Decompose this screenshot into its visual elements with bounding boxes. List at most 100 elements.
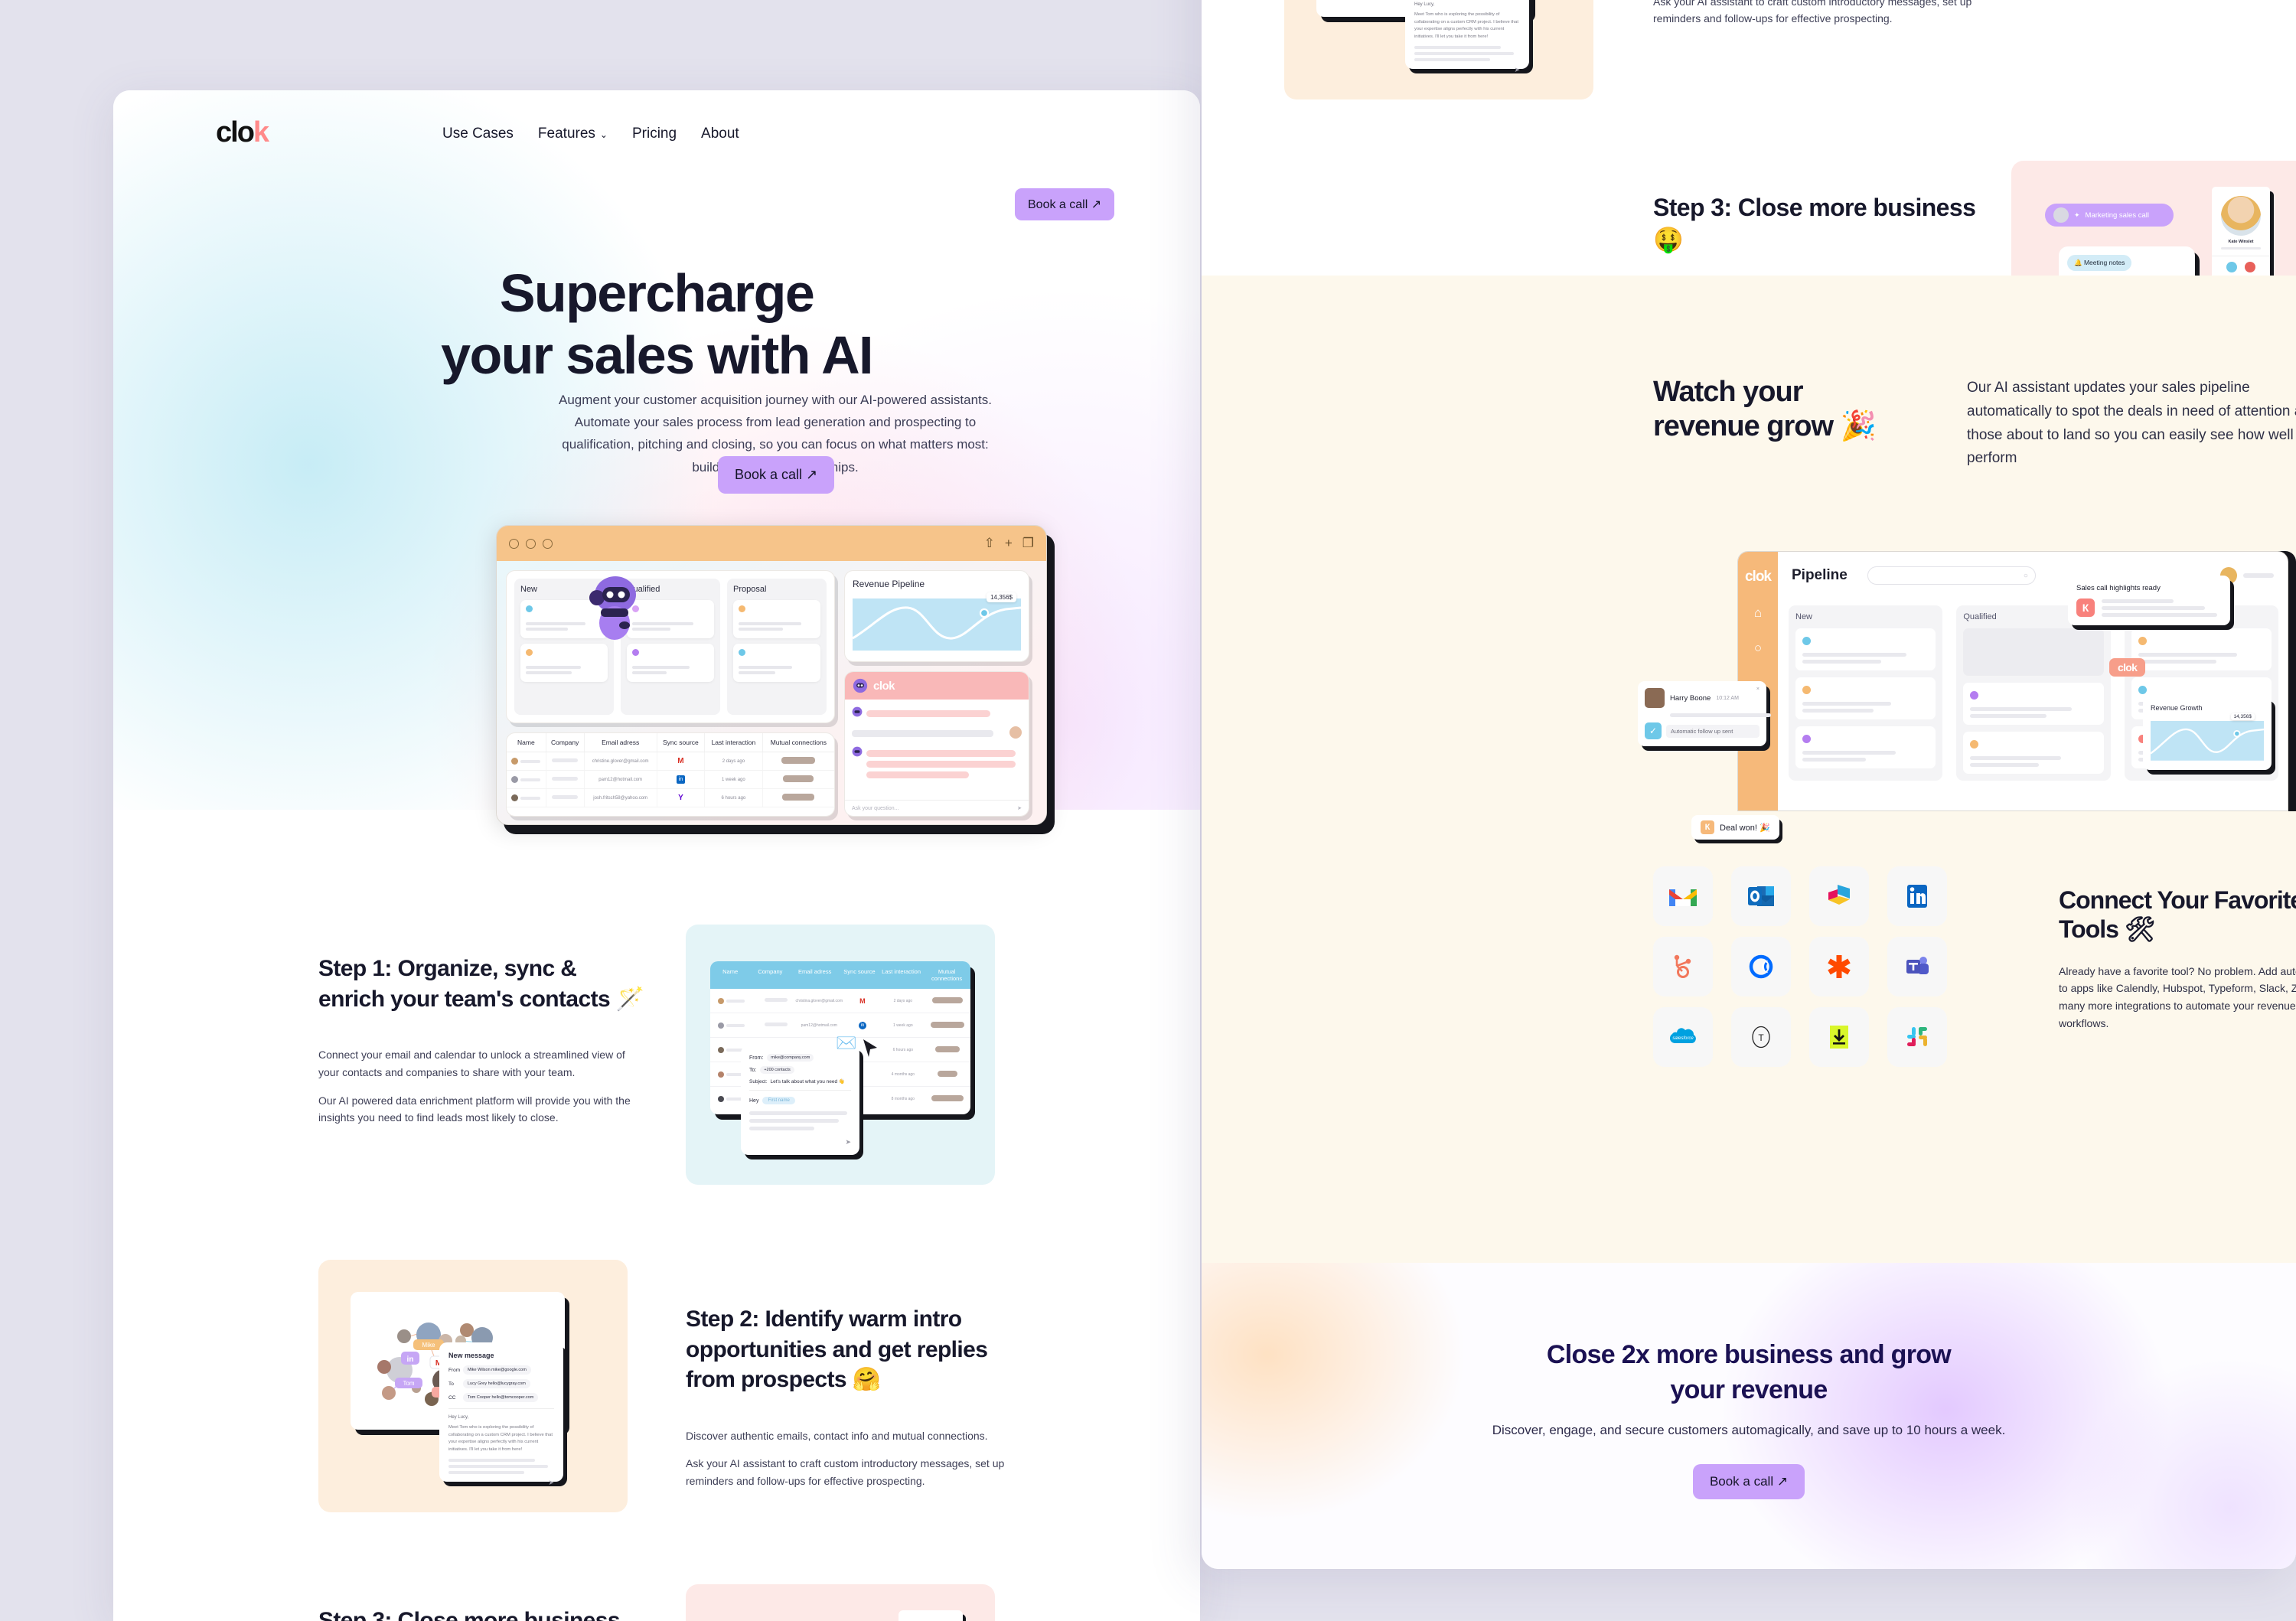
- pipeline-card[interactable]: [1795, 628, 1936, 670]
- tool-slack[interactable]: [1887, 1007, 1947, 1067]
- nav-link-about[interactable]: About: [701, 126, 739, 142]
- meeting-notes-badge-right: 🔔 Meeting notes: [2067, 255, 2132, 271]
- end-call-icon[interactable]: [2245, 262, 2255, 272]
- tool-gmail[interactable]: [1653, 866, 1713, 926]
- pipeline-card[interactable]: [1963, 683, 2104, 725]
- yahoo-icon: Y: [678, 794, 683, 802]
- cell-sync-source: M: [657, 752, 706, 771]
- pipeline-card[interactable]: [1795, 677, 1936, 719]
- mockup-window-titlebar: ⇧ + ❐: [497, 526, 1046, 561]
- send-icon[interactable]: ➤: [749, 1138, 851, 1146]
- message-from-value: Mike Wilson mike@google.com: [463, 1365, 531, 1375]
- cell-last: 8 months ago: [891, 1097, 915, 1101]
- hero-book-a-call-button[interactable]: Book a call ↗: [718, 456, 835, 494]
- tool-linkedin[interactable]: [1887, 866, 1947, 926]
- revenue-growth-card: Revenue Growth 14,356$: [2143, 696, 2272, 770]
- nav-links: Use Cases Features ⌄ Pricing About: [442, 126, 739, 142]
- chevron-down-icon: ⌄: [599, 129, 608, 140]
- pipeline-card[interactable]: [2131, 628, 2272, 670]
- tool-download[interactable]: [1809, 1007, 1869, 1067]
- outlook-icon: [1748, 886, 1774, 906]
- linkedin-icon: in: [676, 775, 685, 784]
- cell-email: pam12@hotmail.com: [801, 1023, 837, 1028]
- gmail-icon: M: [677, 757, 684, 765]
- nav-link-features-label: Features: [537, 126, 595, 142]
- answer-call-icon[interactable]: [2226, 262, 2237, 272]
- table-row: pam12@hotmail.com in 1 week ago: [507, 770, 834, 789]
- send-icon[interactable]: ➤: [1414, 66, 1520, 74]
- contact-avatar: [1645, 688, 1665, 708]
- robot-avatar-icon: [852, 746, 863, 757]
- pipeline-card[interactable]: [1795, 726, 1936, 768]
- send-icon[interactable]: ➤: [1017, 805, 1022, 811]
- cell-mutual: [762, 752, 834, 771]
- close-icon[interactable]: ×: [1756, 687, 1760, 692]
- cell-company: [546, 752, 585, 771]
- nav-book-a-call-button[interactable]: Book a call ↗: [1015, 188, 1115, 220]
- message-body-right: Meet Tom who is exploring the possibilit…: [1414, 12, 1518, 39]
- column-header-company: Company: [546, 733, 585, 752]
- nav-link-use-cases[interactable]: Use Cases: [442, 126, 514, 142]
- tools-heading-line1: Connect Your Favorite: [2059, 886, 2296, 914]
- window-minimize-icon: [526, 538, 536, 549]
- cell-email: josh.fritsch58@yahoo.com: [584, 788, 657, 807]
- tools-heading-line2: Tools 🛠: [2059, 915, 2155, 943]
- search-input[interactable]: ○: [1867, 566, 2036, 585]
- revenue-growth-title: Revenue Growth: [2151, 704, 2203, 712]
- typeform-icon: T: [1752, 1026, 1770, 1049]
- step-2-paragraph-2-right: Ask your AI assistant to craft custom in…: [1653, 0, 1972, 25]
- brand-logo[interactable]: clok: [216, 118, 269, 147]
- message-to-label: To: [448, 1381, 454, 1387]
- tool-powerbi[interactable]: [1809, 866, 1869, 926]
- cell-mutual: [762, 770, 834, 789]
- contacts-icon[interactable]: ○: [1754, 641, 1762, 656]
- linkedin-icon: [1907, 885, 1927, 908]
- table-header-row: Name Company Email adress Sync source La…: [507, 733, 834, 752]
- ai-chat-input[interactable]: Ask your question...: [852, 806, 899, 811]
- salesforce-icon: salesforce: [1669, 1028, 1696, 1043]
- compose-from-value: mike@company.com: [767, 1054, 814, 1062]
- cell-last-interaction: 6 hours ago: [704, 788, 763, 807]
- revenue-heading-block: Watch your revenue grow 🎉: [1653, 375, 1929, 444]
- video-call-card-left: Kate Winslet: [899, 1610, 963, 1621]
- final-cta-heading-line1: Close 2x more business and grow: [1546, 1340, 1952, 1369]
- revenue-heading-line1: Watch your: [1653, 376, 1804, 408]
- cell-last: 6 hours ago: [892, 1047, 914, 1052]
- home-icon[interactable]: ⌂: [1754, 605, 1762, 621]
- kanban-card: [627, 644, 714, 682]
- nav-link-pricing[interactable]: Pricing: [632, 126, 677, 142]
- tool-microsoft-teams[interactable]: [1887, 937, 1947, 996]
- final-cta-subtitle: Discover, engage, and secure customers a…: [1492, 1423, 2006, 1438]
- tool-typeform[interactable]: T: [1731, 1007, 1791, 1067]
- step-2-heading: Step 2: Identify warm intro opportunitie…: [686, 1306, 988, 1393]
- cell-last: 4 months ago: [891, 1071, 915, 1077]
- tool-calendly[interactable]: [1731, 937, 1791, 996]
- compose-subject-label: Subject:: [749, 1078, 768, 1084]
- ai-chat-messages: [845, 700, 1029, 800]
- tool-outlook[interactable]: [1731, 866, 1791, 926]
- contact-name: Harry Boone: [1670, 693, 1711, 703]
- tool-salesforce[interactable]: salesforce: [1653, 1007, 1713, 1067]
- send-icon[interactable]: ➤: [448, 1479, 554, 1487]
- envelope-icon: ✉️: [836, 1033, 857, 1052]
- revenue-paragraph: Our AI assistant updates your sales pipe…: [1967, 380, 2296, 467]
- share-icon: ⇧: [983, 536, 995, 550]
- final-book-a-call-button[interactable]: Book a call ↗: [1692, 1464, 1805, 1500]
- mockup-left-column: New Qualified Proposal Name Company Emai…: [506, 570, 835, 817]
- message-greeting: Hey Lucy,: [448, 1408, 554, 1420]
- gmail-icon: M: [859, 996, 866, 1005]
- sidebar-brand: clok: [1744, 569, 1772, 585]
- tool-hubspot[interactable]: [1653, 937, 1713, 996]
- tool-asterisk[interactable]: [1809, 937, 1869, 996]
- nav-link-features[interactable]: Features ⌄: [538, 126, 608, 142]
- slack-icon: [1907, 1027, 1927, 1046]
- column-header-sync: Sync source: [843, 968, 876, 975]
- pipeline-card[interactable]: [1963, 732, 2104, 774]
- mockup-content: New Qualified Proposal Name Company Emai…: [497, 561, 1046, 824]
- marketing-sales-call-badge-right[interactable]: ✦ Marketing sales call: [2045, 204, 2174, 227]
- ai-chat-input-row[interactable]: Ask your question... ➤: [845, 800, 1029, 816]
- message-from-label: From: [448, 1367, 461, 1373]
- caller-avatar: [2053, 207, 2069, 223]
- sparkle-icon: ✦: [2074, 210, 2080, 219]
- landing-page-right: New message FromMike Wilson mike@google.…: [1202, 0, 2296, 1569]
